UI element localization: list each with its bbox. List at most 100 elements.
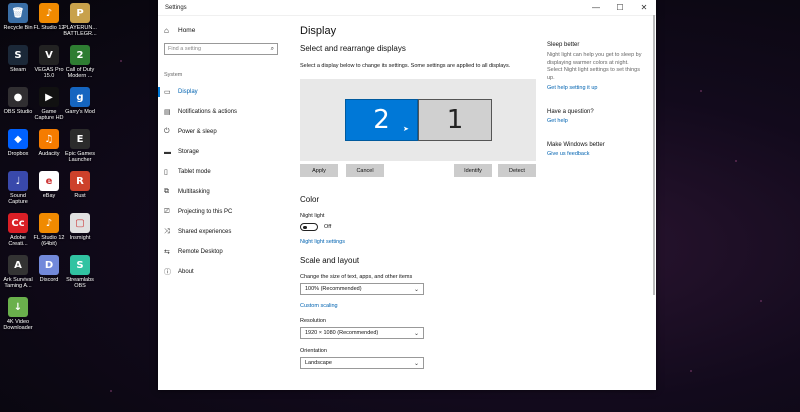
app-icon: e [39, 171, 59, 191]
nav-icon: ⤨ [164, 228, 170, 235]
sidebar: ⌂ Home Find a setting ⌕ System ▭ Display ▤… [158, 15, 292, 390]
sleep-help-link[interactable]: Get help setting it up [547, 85, 647, 91]
detect-button[interactable]: Detect [498, 164, 536, 177]
home-label: Home [178, 26, 196, 34]
desktop-icon-label: Rust [74, 193, 86, 199]
home-nav[interactable]: ⌂ Home [158, 22, 292, 38]
scrollbar[interactable] [653, 15, 655, 295]
make-windows-better-heading: Make Windows better [547, 142, 605, 148]
close-button[interactable]: ✕ [632, 0, 656, 15]
desktop-icon-label: Epic Games Launcher [65, 151, 95, 163]
sidebar-item-notifications-actions[interactable]: ▤ Notifications & actions [158, 102, 292, 122]
app-icon: V [39, 45, 59, 65]
desktop-icon[interactable]: S Streamlabs OBS [65, 255, 95, 289]
scale-label: Change the size of text, apps, and other… [300, 274, 413, 280]
night-light-state: Off [324, 224, 332, 230]
desktop-icon[interactable]: P PLAYERUN... BATTLEGR... [63, 3, 97, 37]
chevron-down-icon: ⌄ [413, 286, 419, 293]
sidebar-item-label: About [178, 269, 194, 275]
identify-button[interactable]: Identify [454, 164, 492, 177]
desktop-icon[interactable]: ◆ Dropbox [3, 129, 33, 157]
sidebar-item-multitasking[interactable]: ⧉ Multitasking [158, 182, 292, 202]
app-icon: ♩ [8, 171, 28, 191]
search-input[interactable]: Find a setting ⌕ [164, 43, 278, 55]
nav-icon: ⏻ [164, 128, 170, 135]
desktop-icon[interactable]: S Steam [3, 45, 33, 73]
desktop-icon[interactable]: ♪ FL Studio 12 [34, 3, 64, 31]
app-icon: ◆ [8, 129, 28, 149]
sidebar-item-power-sleep[interactable]: ⏻ Power & sleep [158, 122, 292, 142]
settings-window: Settings — ☐ ✕ ⌂ Home Find a setting ⌕ S… [158, 0, 656, 390]
sidebar-item-label: Multitasking [178, 189, 210, 195]
sidebar-item-projecting-to-this-pc[interactable]: ⎚ Projecting to this PC [158, 202, 292, 222]
app-icon: Cc [8, 213, 28, 233]
app-icon: ▶ [39, 87, 59, 107]
app-icon: ♪ [39, 3, 59, 23]
night-light-toggle[interactable] [300, 223, 318, 231]
scale-dropdown[interactable]: 100% (Recommended) ⌄ [300, 283, 424, 295]
cancel-button[interactable]: Cancel [346, 164, 384, 177]
desktop-icon[interactable]: D Discord [34, 255, 64, 283]
feedback-link[interactable]: Give us feedback [547, 151, 647, 157]
chevron-down-icon: ⌄ [413, 360, 419, 367]
desktop-icon[interactable]: 🗑 Recycle Bin [3, 3, 33, 31]
sidebar-item-about[interactable]: ⓘ About [158, 262, 292, 282]
select-displays-heading: Select and rearrange displays [300, 44, 406, 53]
resolution-dropdown[interactable]: 1920 × 1080 (Recommended) ⌄ [300, 327, 424, 339]
desktop-icon[interactable]: A Ark Survival Taming A... [3, 255, 33, 289]
nav-icon: ▭ [164, 89, 171, 96]
desktop-icon[interactable]: g Garry's Mod [65, 87, 95, 115]
nav-icon: ⇆ [164, 249, 170, 256]
color-heading: Color [300, 195, 320, 204]
desktop-icon[interactable]: ● OBS Studio [3, 87, 33, 115]
sidebar-item-shared-experiences[interactable]: ⤨ Shared experiences [158, 222, 292, 242]
nav-icon: ▬ [164, 148, 171, 156]
nav-icon: ▯ [164, 169, 168, 176]
orientation-dropdown[interactable]: Landscape ⌄ [300, 357, 424, 369]
desktop-icon[interactable]: V VEGAS Pro 15.0 [34, 45, 64, 79]
nav-icon: ⎚ [164, 208, 170, 215]
sidebar-item-label: Tablet mode [178, 169, 211, 175]
app-icon: 2 [70, 45, 90, 65]
sidebar-item-storage[interactable]: ▬ Storage [158, 142, 292, 162]
desktop-icon-label: PLAYERUN... BATTLEGR... [63, 25, 97, 37]
mouse-cursor-icon: ➤ [403, 126, 409, 133]
desktop-icon[interactable]: e eBay [34, 171, 64, 199]
desktop-icon[interactable]: Cc Adobe Creati... [3, 213, 33, 247]
desktop-icon[interactable]: R Rust [65, 171, 95, 199]
display-arrangement[interactable]: 2 1 ➤ [300, 79, 536, 161]
scale-layout-heading: Scale and layout [300, 256, 360, 265]
desktop-icon[interactable]: ♪ FL Studio 12 (64bit) [34, 213, 64, 247]
chevron-down-icon: ⌄ [413, 330, 419, 337]
maximize-button[interactable]: ☐ [608, 0, 632, 15]
night-light-settings-link[interactable]: Night light settings [300, 239, 540, 245]
desktop-icon[interactable]: ↓ 4K Video Downloader [3, 297, 33, 331]
desktop-icon-label: Insmight [69, 235, 91, 241]
desktop-icon[interactable]: ♩ Sound Capture [3, 171, 33, 205]
app-icon: R [70, 171, 90, 191]
orientation-value: Landscape [305, 360, 332, 366]
desktop-icon[interactable]: ▶ Game Capture HD [34, 87, 64, 121]
section-label: System [164, 72, 183, 78]
desktop-icon[interactable]: E Epic Games Launcher [65, 129, 95, 163]
desktop-icon[interactable]: 2 Call of Duty Modern ... [65, 45, 95, 79]
monitor-2[interactable]: 2 [345, 99, 418, 141]
apply-button[interactable]: Apply [300, 164, 338, 177]
app-icon: E [70, 129, 90, 149]
sidebar-item-display[interactable]: ▭ Display [158, 82, 292, 102]
sidebar-item-remote-desktop[interactable]: ⇆ Remote Desktop [158, 242, 292, 262]
question-heading: Have a question? [547, 109, 594, 115]
search-icon[interactable]: ⌕ [271, 46, 274, 53]
title-bar[interactable]: Settings — ☐ ✕ [158, 0, 656, 16]
custom-scaling-link[interactable]: Custom scaling [300, 303, 540, 309]
minimize-button[interactable]: — [584, 0, 608, 15]
get-help-link[interactable]: Get help [547, 118, 647, 124]
desktop-icon[interactable]: ♫ Audacity [34, 129, 64, 157]
desktop-icons: 🗑 Recycle Bin ♪ FL Studio 12 P PLAYERUN... BA… [0, 0, 100, 412]
resolution-label: Resolution [300, 318, 326, 324]
monitor-1[interactable]: 1 [418, 99, 492, 141]
sidebar-item-tablet-mode[interactable]: ▯ Tablet mode [158, 162, 292, 182]
desktop-icon[interactable]: ▢ Insmight [65, 213, 95, 241]
app-icon: 🗑 [8, 3, 28, 23]
sidebar-item-label: Remote Desktop [178, 249, 223, 255]
